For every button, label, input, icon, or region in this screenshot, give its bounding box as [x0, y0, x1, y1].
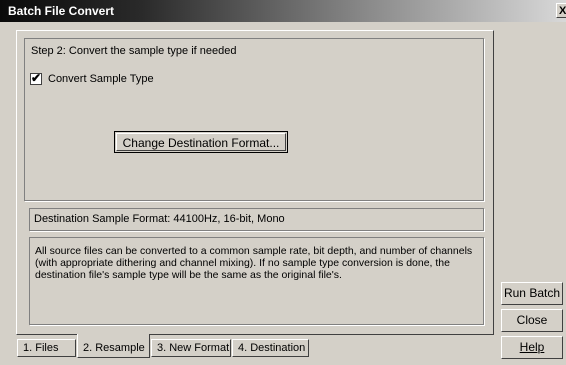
- help-label: Help: [519, 340, 545, 354]
- tab-new-format[interactable]: 3. New Format: [151, 339, 231, 357]
- tab-files[interactable]: 1. Files: [17, 339, 76, 357]
- change-destination-format-button[interactable]: Change Destination Format...: [114, 131, 288, 153]
- title-bar[interactable]: Batch File Convert X: [0, 0, 566, 22]
- step-group-box: [24, 38, 484, 201]
- checkmark-icon: ✔: [31, 71, 42, 85]
- tab-destination[interactable]: 4. Destination: [232, 339, 309, 357]
- convert-sample-type-checkbox[interactable]: ✔: [30, 71, 42, 85]
- tab-resample[interactable]: 2. Resample: [77, 334, 150, 358]
- help-button[interactable]: Help: [501, 336, 563, 359]
- step-label: Step 2: Convert the sample type if neede…: [31, 45, 237, 57]
- destination-format-display: Destination Sample Format: 44100Hz, 16-b…: [29, 208, 484, 231]
- convert-sample-type-label[interactable]: Convert Sample Type: [48, 73, 154, 85]
- description-box: All source files can be converted to a c…: [29, 237, 484, 325]
- change-destination-format-label: Change Destination Format...: [116, 133, 286, 151]
- window-title: Batch File Convert: [8, 4, 115, 18]
- run-batch-button[interactable]: Run Batch: [501, 282, 563, 305]
- close-dialog-button[interactable]: Close: [501, 309, 563, 332]
- close-button[interactable]: X: [556, 3, 566, 18]
